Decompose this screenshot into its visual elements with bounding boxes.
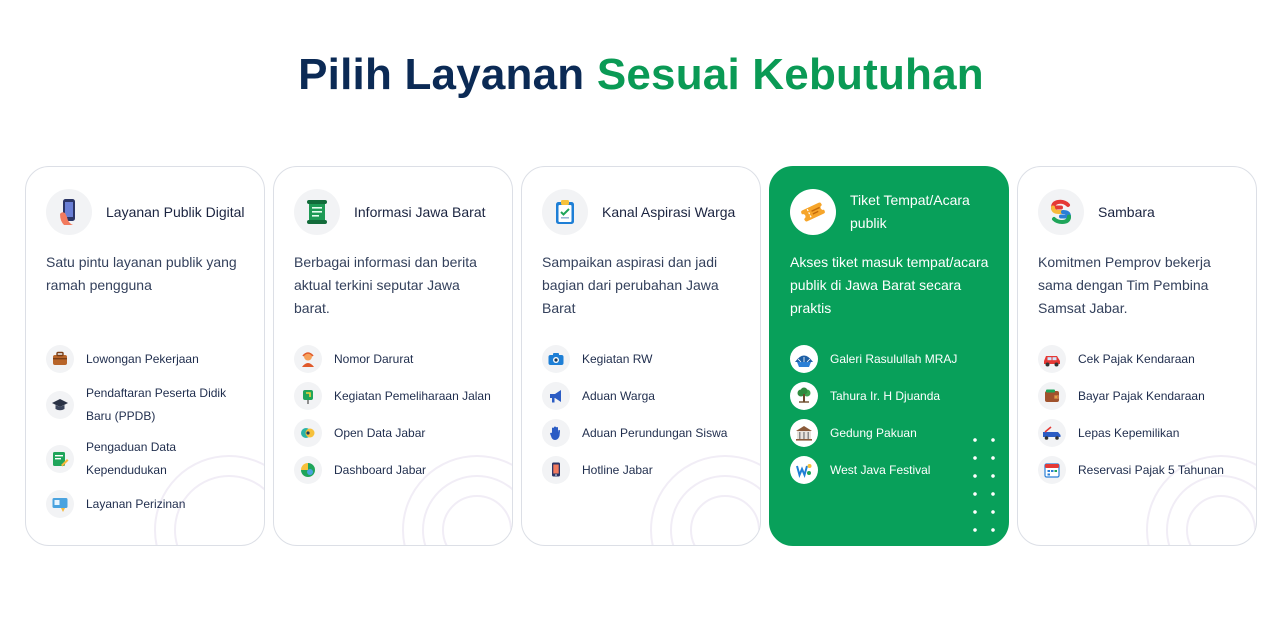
list-item-label: Reservasi Pajak 5 Tahunan bbox=[1078, 462, 1224, 477]
card-description: Sampaikan aspirasi dan jadi bagian dari … bbox=[542, 254, 719, 316]
list-item-label: Dashboard Jabar bbox=[334, 462, 427, 477]
list-item-layanan-perizinan[interactable]: Layanan Perizinan bbox=[46, 490, 254, 518]
ticket-icon bbox=[790, 189, 836, 235]
list-item-dashboard-jabar[interactable]: Dashboard Jabar bbox=[294, 456, 502, 484]
list-item-label: Galeri Rasulullah MRAJ bbox=[830, 351, 958, 366]
list-item-west-java-festival[interactable]: West Java Festival bbox=[790, 456, 998, 484]
decorative-circle bbox=[1186, 495, 1256, 545]
list-item-ppdb[interactable]: Pendaftaran Peserta Didik Baru (PPDB) bbox=[46, 382, 254, 428]
card-kanal-aspirasi-warga[interactable]: Kanal Aspirasi Warga Sampaikan aspirasi … bbox=[521, 166, 761, 546]
list-item-label: Tahura Ir. H Djuanda bbox=[830, 388, 941, 403]
edit-document-icon bbox=[46, 445, 74, 473]
license-icon bbox=[46, 490, 74, 518]
list-item-pemeliharaan-jalan[interactable]: Kegiatan Pemeliharaan Jalan bbox=[294, 382, 502, 410]
list-item-cek-pajak[interactable]: Cek Pajak Kendaraan bbox=[1038, 345, 1246, 373]
building-icon bbox=[790, 419, 818, 447]
page-title-part2: Sesuai Kebutuhan bbox=[596, 50, 984, 99]
list-item-label: Gedung Pakuan bbox=[830, 425, 917, 440]
card-title: Kanal Aspirasi Warga bbox=[602, 203, 736, 220]
list-item-label: Bayar Pajak Kendaraan bbox=[1078, 388, 1205, 403]
festival-logo-icon bbox=[790, 456, 818, 484]
scroll-icon bbox=[294, 189, 340, 235]
list-item-label: Nomor Darurat bbox=[334, 351, 414, 366]
tree-icon bbox=[790, 382, 818, 410]
list-item-gedung-pakuan[interactable]: Gedung Pakuan bbox=[790, 419, 998, 447]
list-item-label: Kegiatan RW bbox=[582, 351, 653, 366]
decorative-circle bbox=[422, 475, 512, 545]
briefcase-icon bbox=[46, 345, 74, 373]
card-title: Informasi Jawa Barat bbox=[354, 203, 486, 220]
list-item-pengaduan-data[interactable]: Pengaduan Data Kependudukan bbox=[46, 436, 254, 482]
list-item-kegiatan-rw[interactable]: Kegiatan RW bbox=[542, 345, 750, 373]
camera-icon bbox=[542, 345, 570, 373]
tow-truck-icon bbox=[1038, 419, 1066, 447]
list-item-label: Kegiatan Pemeliharaan Jalan bbox=[334, 388, 491, 403]
hand-stop-icon bbox=[542, 419, 570, 447]
sambara-logo-icon bbox=[1038, 189, 1084, 235]
car-icon bbox=[1038, 345, 1066, 373]
decorative-circle bbox=[442, 495, 512, 545]
list-item-label: Pengaduan Data Kependudukan bbox=[86, 440, 177, 477]
list-item-open-data[interactable]: Open Data Jabar bbox=[294, 419, 502, 447]
card-header: Layanan Publik Digital bbox=[46, 189, 250, 235]
card-tiket-tempat-acara[interactable]: Tiket Tempat/Acara publik Akses tiket ma… bbox=[769, 166, 1009, 546]
list-item-lepas-kepemilikan[interactable]: Lepas Kepemilikan bbox=[1038, 419, 1246, 447]
decorative-circle bbox=[670, 475, 760, 545]
list-item-bayar-pajak[interactable]: Bayar Pajak Kendaraan bbox=[1038, 382, 1246, 410]
decorative-circle bbox=[690, 495, 760, 545]
list-item-label: Lepas Kepemilikan bbox=[1078, 425, 1180, 440]
list-item-hotline-jabar[interactable]: Hotline Jabar bbox=[542, 456, 750, 484]
list-item-nomor-darurat[interactable]: Nomor Darurat bbox=[294, 345, 502, 373]
card-description: Satu pintu layanan publik yang ramah pen… bbox=[46, 254, 237, 293]
card-sambara[interactable]: Sambara Komitmen Pemprov bekerja sama de… bbox=[1017, 166, 1257, 546]
road-sign-icon bbox=[294, 382, 322, 410]
list-item-label: Open Data Jabar bbox=[334, 425, 426, 440]
dashboard-icon bbox=[294, 456, 322, 484]
dome-icon bbox=[790, 345, 818, 373]
card-description: Berbagai informasi dan berita aktual ter… bbox=[294, 254, 477, 316]
list-item-label: Aduan Perundungan Siswa bbox=[582, 425, 728, 440]
operator-icon bbox=[294, 345, 322, 373]
calendar-icon bbox=[1038, 456, 1066, 484]
list-item-label: Layanan Perizinan bbox=[86, 496, 186, 511]
card-informasi-jawa-barat[interactable]: Informasi Jawa Barat Berbagai informasi … bbox=[273, 166, 513, 546]
list-item-label: Cek Pajak Kendaraan bbox=[1078, 351, 1195, 366]
card-header: Informasi Jawa Barat bbox=[294, 189, 498, 235]
list-item-label: Aduan Warga bbox=[582, 388, 655, 403]
list-item-label: Lowongan Pekerjaan bbox=[86, 351, 199, 366]
service-cards: Layanan Publik Digital Satu pintu layana… bbox=[25, 166, 1257, 546]
card-layanan-publik-digital[interactable]: Layanan Publik Digital Satu pintu layana… bbox=[25, 166, 265, 546]
card-title: Tiket Tempat/Acara publik bbox=[850, 192, 970, 231]
graduation-cap-icon bbox=[46, 391, 74, 419]
wallet-icon bbox=[1038, 382, 1066, 410]
phone-hand-icon bbox=[46, 189, 92, 235]
list-item-label: Hotline Jabar bbox=[582, 462, 653, 477]
list-item-lowongan-pekerjaan[interactable]: Lowongan Pekerjaan bbox=[46, 345, 254, 373]
list-item-reservasi-pajak[interactable]: Reservasi Pajak 5 Tahunan bbox=[1038, 456, 1246, 484]
list-item-label: Pendaftaran Peserta Didik Baru (PPDB) bbox=[86, 386, 227, 423]
card-header: Sambara bbox=[1038, 189, 1242, 235]
open-data-icon bbox=[294, 419, 322, 447]
card-description: Akses tiket masuk tempat/acara publik di… bbox=[790, 254, 989, 316]
list-item-galeri-rasulullah[interactable]: Galeri Rasulullah MRAJ bbox=[790, 345, 998, 373]
decorative-circle bbox=[1166, 475, 1256, 545]
list-item-tahura[interactable]: Tahura Ir. H Djuanda bbox=[790, 382, 998, 410]
card-description: Komitmen Pemprov bekerja sama dengan Tim… bbox=[1038, 254, 1211, 316]
megaphone-icon bbox=[542, 382, 570, 410]
list-item-label: West Java Festival bbox=[830, 462, 931, 477]
page-title-part1: Pilih Layanan bbox=[298, 50, 585, 99]
page-title: Pilih Layanan Sesuai Kebutuhan bbox=[0, 50, 1282, 100]
card-header: Tiket Tempat/Acara publik bbox=[790, 189, 994, 235]
phone-icon bbox=[542, 456, 570, 484]
list-item-aduan-warga[interactable]: Aduan Warga bbox=[542, 382, 750, 410]
card-header: Kanal Aspirasi Warga bbox=[542, 189, 746, 235]
card-title: Sambara bbox=[1098, 203, 1155, 220]
list-item-aduan-perundungan[interactable]: Aduan Perundungan Siswa bbox=[542, 419, 750, 447]
clipboard-icon bbox=[542, 189, 588, 235]
card-title: Layanan Publik Digital bbox=[106, 203, 245, 220]
decorative-dots bbox=[966, 431, 1006, 545]
